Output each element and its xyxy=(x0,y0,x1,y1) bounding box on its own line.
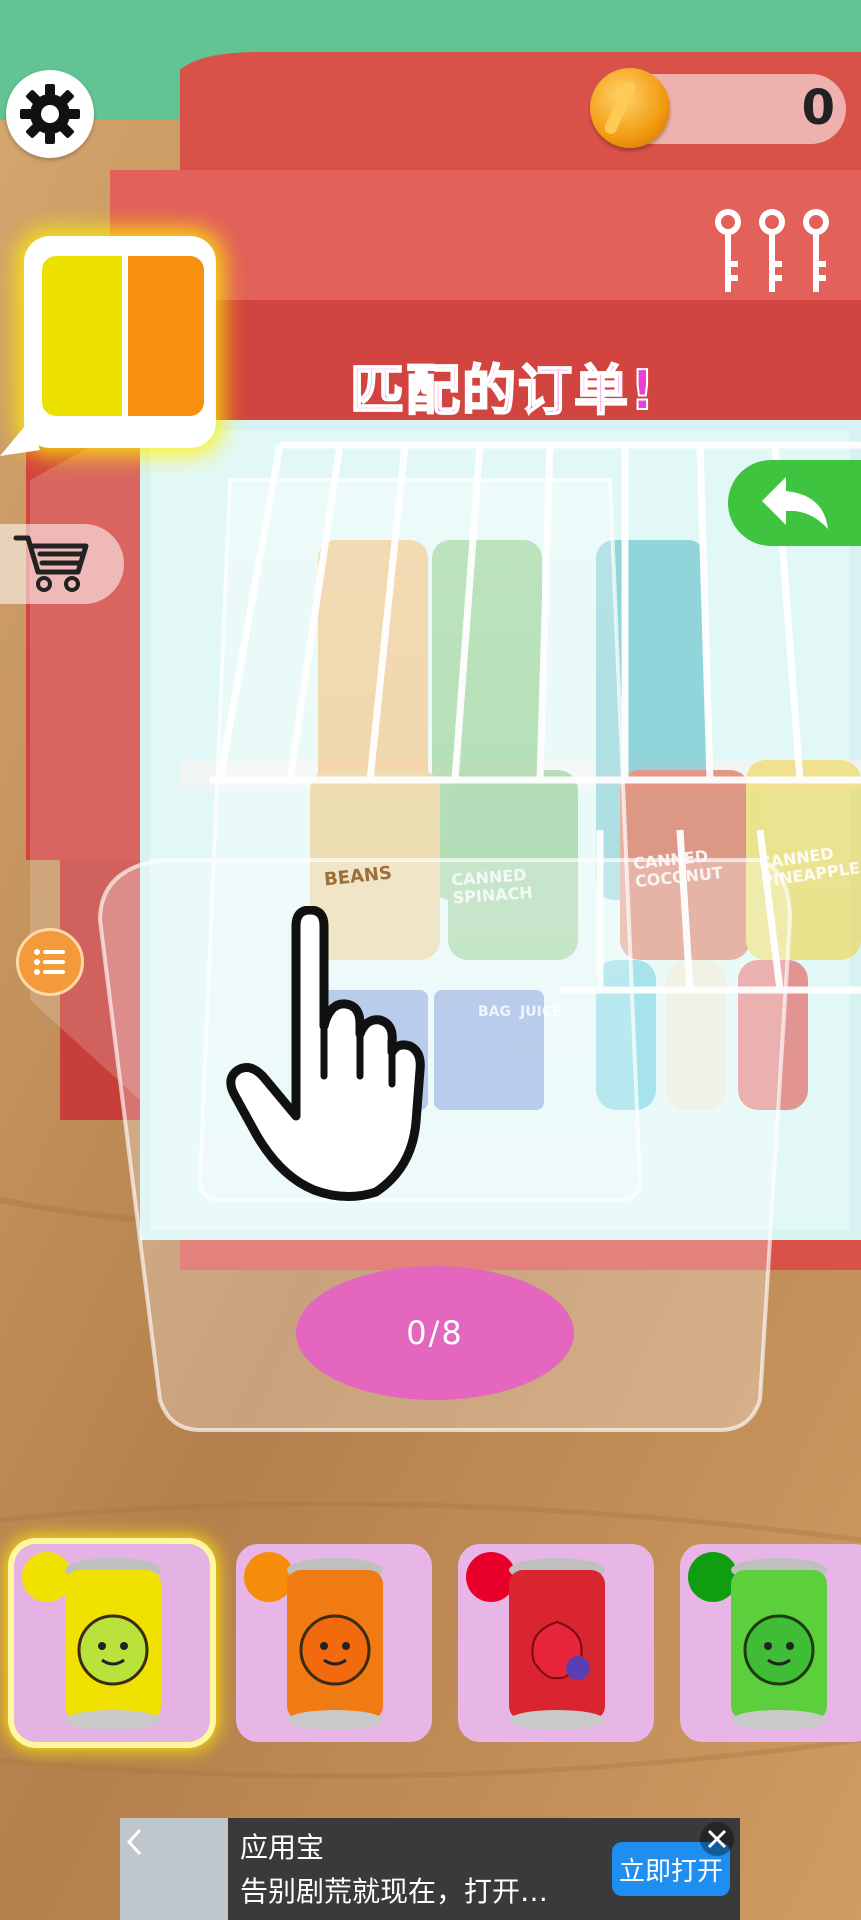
green-can-icon xyxy=(731,1558,827,1730)
label-juice: JUICE xyxy=(520,1004,562,1020)
tutorial-hand-icon xyxy=(226,906,425,1202)
ad-banner[interactable]: 应用宝 告别剧荒就现在，打开… 立即打开 xyxy=(120,1818,740,1920)
match-order-text: 匹配的订单! xyxy=(349,358,657,423)
settings-button[interactable] xyxy=(6,70,94,158)
coin-icon xyxy=(590,68,670,148)
label-bag: BAG xyxy=(478,1004,511,1020)
cart-icon xyxy=(13,535,89,592)
tray-item-orange-can[interactable] xyxy=(236,1544,432,1742)
progress-text: 0/8 xyxy=(406,1314,464,1352)
orange-can-icon xyxy=(287,1558,383,1730)
tray-item-green-can[interactable] xyxy=(680,1544,861,1742)
order-card xyxy=(24,236,216,448)
coin-count: 0 xyxy=(801,80,835,136)
close-icon xyxy=(707,1829,727,1849)
cart-button[interactable] xyxy=(0,524,124,604)
progress-counter: 0/8 xyxy=(296,1266,574,1400)
red-can-icon xyxy=(509,1558,605,1730)
order-slot-orange xyxy=(128,256,204,416)
yellow-can-icon xyxy=(65,1558,161,1730)
undo-arrow-icon xyxy=(762,477,828,529)
label-spinach: CANNED SPINACH xyxy=(450,865,534,908)
list-icon xyxy=(34,949,65,975)
ad-title: 应用宝 xyxy=(240,1831,325,1864)
back-chevron-icon[interactable] xyxy=(126,1828,144,1856)
tray-item-red-can[interactable] xyxy=(458,1544,654,1742)
menu-list-button[interactable] xyxy=(16,928,84,996)
order-card-tail xyxy=(0,420,40,456)
keys-icon xyxy=(715,209,829,292)
order-slot-yellow xyxy=(42,256,122,416)
gear-icon xyxy=(20,84,80,144)
undo-button[interactable] xyxy=(728,460,861,546)
ad-description: 告别剧荒就现在，打开… xyxy=(240,1875,549,1908)
ad-close-button[interactable] xyxy=(700,1822,734,1856)
tray-item-yellow-can[interactable] xyxy=(14,1544,210,1742)
